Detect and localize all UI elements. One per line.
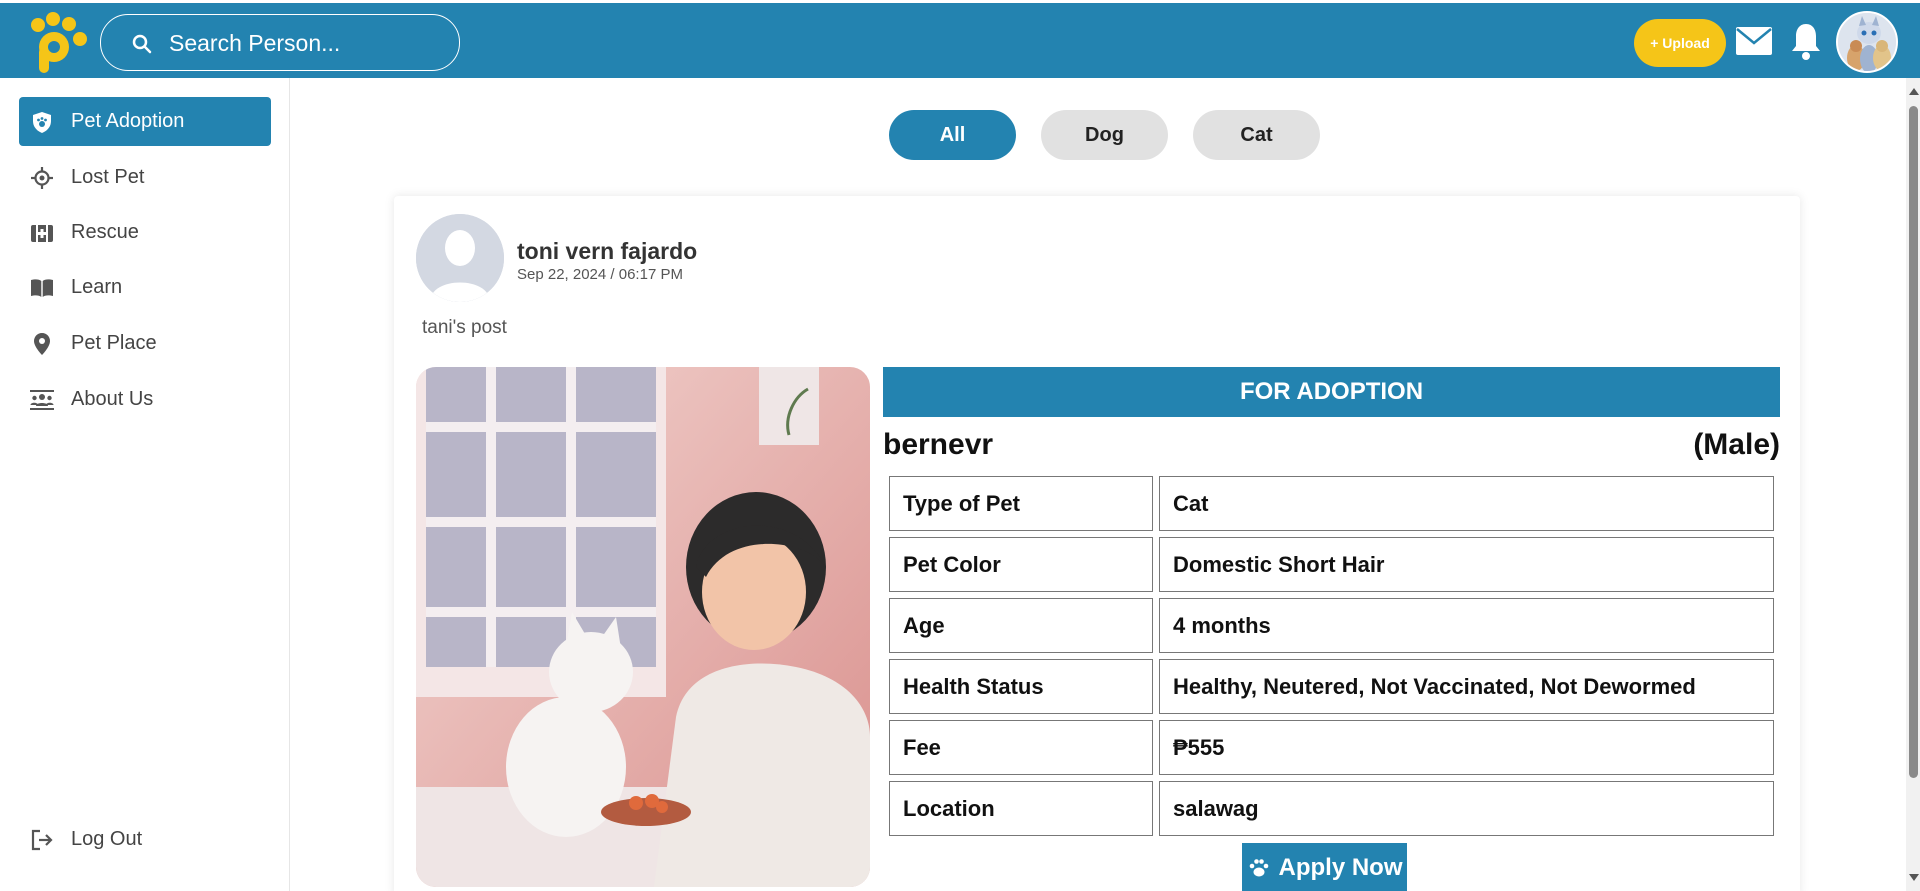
locate-icon [29,165,55,191]
detail-value: Domestic Short Hair [1159,537,1774,592]
pet-photo [416,367,870,887]
search-icon [132,34,152,54]
logout-icon [29,827,55,853]
top-bar: + Upload [0,0,1920,78]
post-text: tani's post [422,317,507,338]
table-row: Fee ₱555 [889,720,1774,775]
mail-icon[interactable] [1735,26,1773,56]
sidebar-item-pet-adoption[interactable]: Pet Adoption [19,97,271,146]
sidebar: Pet Adoption Lost Pet Rescue Learn Pet P… [0,78,290,891]
post-author-name[interactable]: toni vern fajardo [517,238,697,265]
detail-label: Type of Pet [889,476,1153,531]
post-date: Sep 22, 2024 / 06:17 PM [517,266,683,283]
sidebar-item-about-us[interactable]: About Us [19,375,271,424]
detail-value: 4 months [1159,598,1774,653]
table-row: Type of Pet Cat [889,476,1774,531]
tab-all[interactable]: All [889,110,1016,160]
table-row: Pet Color Domestic Short Hair [889,537,1774,592]
upload-button[interactable]: + Upload [1634,19,1726,67]
paw-icon [1249,859,1268,877]
sidebar-item-rescue[interactable]: Rescue [19,208,271,257]
apply-now-label: Apply Now [1278,854,1403,881]
scroll-down-arrow-icon[interactable] [1909,874,1919,881]
logout-label: Log Out [71,828,143,850]
paw-p-logo[interactable] [24,11,90,75]
author-avatar[interactable] [416,214,504,302]
scroll-thumb[interactable] [1909,106,1918,778]
pet-details-table: Type of Pet Cat Pet Color Domestic Short… [883,470,1780,842]
for-adoption-banner: FOR ADOPTION [883,367,1780,417]
pet-gender: (Male) [1693,428,1780,461]
sidebar-item-label: Rescue [71,221,139,243]
table-row: Location salawag [889,781,1774,836]
book-icon [29,275,55,301]
apply-now-button[interactable]: Apply Now [1242,843,1407,891]
scroll-up-arrow-icon[interactable] [1909,88,1919,95]
detail-value: ₱555 [1159,720,1774,775]
detail-value: Healthy, Neutered, Not Vaccinated, Not D… [1159,659,1774,714]
sidebar-item-pet-place[interactable]: Pet Place [19,319,271,368]
sidebar-item-label: About Us [71,388,154,410]
detail-label: Location [889,781,1153,836]
avatar[interactable] [1836,11,1898,73]
sidebar-item-label: Pet Adoption [71,110,185,132]
detail-label: Fee [889,720,1153,775]
detail-label: Health Status [889,659,1153,714]
detail-value: Cat [1159,476,1774,531]
logout-button[interactable]: Log Out [19,815,271,864]
pet-filter-tabs: All Dog Cat [889,110,1320,160]
scrollbar[interactable] [1906,78,1920,891]
sidebar-item-label: Pet Place [71,332,157,354]
shield-paw-icon [29,109,55,135]
sidebar-item-label: Learn [71,276,123,298]
adoption-post-card: toni vern fajardo Sep 22, 2024 / 06:17 P… [394,196,1800,891]
tab-dog[interactable]: Dog [1041,110,1168,160]
table-row: Health Status Healthy, Neutered, Not Vac… [889,659,1774,714]
tab-cat[interactable]: Cat [1193,110,1320,160]
table-row: Age 4 months [889,598,1774,653]
detail-label: Age [889,598,1153,653]
medical-kit-icon [29,220,55,246]
detail-label: Pet Color [889,537,1153,592]
bell-icon[interactable] [1790,21,1822,61]
search-input[interactable] [169,25,439,61]
search-box [100,14,460,71]
sidebar-item-lost-pet[interactable]: Lost Pet [19,153,271,202]
sidebar-item-learn[interactable]: Learn [19,263,271,312]
group-icon [29,387,55,413]
sidebar-item-label: Lost Pet [71,166,145,188]
detail-value: salawag [1159,781,1774,836]
map-pin-icon [29,331,55,357]
pet-name: bernevr [883,428,994,461]
